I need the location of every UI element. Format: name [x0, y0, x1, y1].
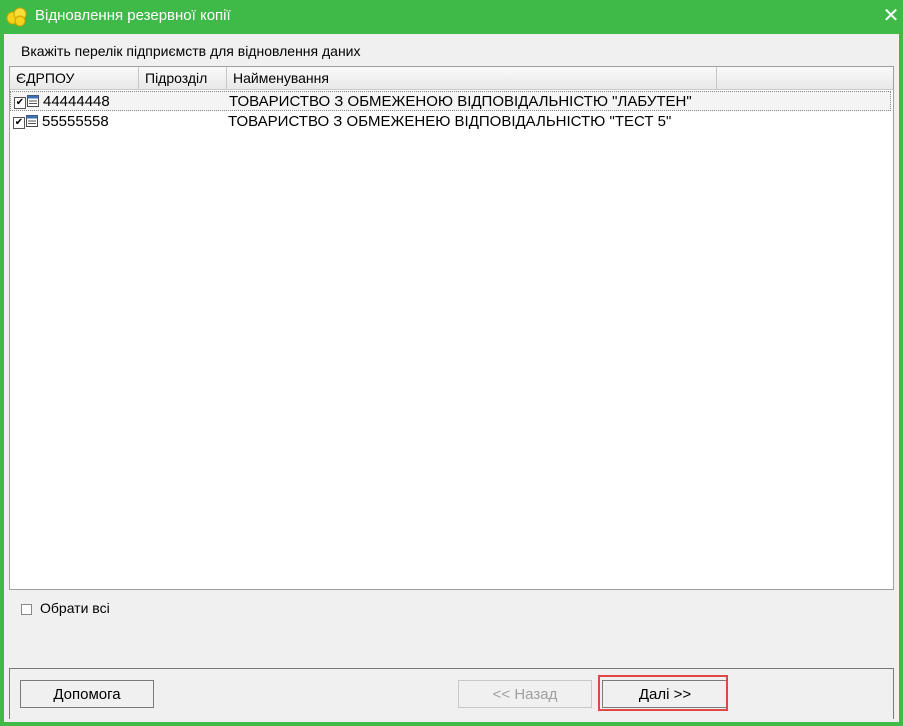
title-bar: Відновлення резервної копії ✕: [0, 0, 903, 34]
button-panel: Допомога << Назад Далі >>: [9, 668, 894, 719]
next-button-highlight: [598, 675, 728, 711]
company-icon: [27, 95, 39, 107]
list-header: ЄДРПОУ Підрозділ Найменування: [10, 67, 893, 90]
row-checkbox[interactable]: ✔: [13, 117, 25, 129]
select-all-box[interactable]: [21, 603, 32, 615]
table-row[interactable]: ✔ 55555558 ТОВАРИСТВО З ОБМЕЖЕНЕЮ ВІДПОВ…: [10, 112, 891, 132]
help-button[interactable]: Допомога: [20, 680, 154, 708]
select-all-checkbox[interactable]: Обрати всі: [21, 600, 110, 616]
instruction-text: Вкажіть перелік підприємств для відновле…: [21, 43, 361, 59]
select-all-label: Обрати всі: [40, 600, 110, 616]
dialog-window: Відновлення резервної копії ✕ Вкажіть пе…: [0, 0, 903, 726]
column-header-division[interactable]: Підрозділ: [139, 67, 227, 89]
row-edrpou: 55555558: [42, 113, 109, 130]
app-flower-icon: [6, 7, 27, 27]
row-checkbox[interactable]: ✔: [14, 97, 26, 109]
row-name: ТОВАРИСТВО З ОБМЕЖЕНОЮ ВІДПОВІДАЛЬНІСТЮ …: [229, 93, 692, 110]
company-list[interactable]: ЄДРПОУ Підрозділ Найменування ✔ 44444448…: [9, 66, 894, 590]
window-title: Відновлення резервної копії: [35, 7, 231, 24]
column-header-name[interactable]: Найменування: [227, 67, 717, 89]
row-edrpou: 44444448: [43, 93, 110, 110]
close-icon[interactable]: ✕: [880, 4, 902, 28]
dialog-content: Вкажіть перелік підприємств для відновле…: [4, 34, 899, 722]
company-icon: [26, 115, 38, 127]
row-name: ТОВАРИСТВО З ОБМЕЖЕНЕЮ ВІДПОВІДАЛЬНІСТЮ …: [228, 113, 672, 130]
column-header-edrpou[interactable]: ЄДРПОУ: [10, 67, 139, 89]
table-row[interactable]: ✔ 44444448 ТОВАРИСТВО З ОБМЕЖЕНОЮ ВІДПОВ…: [10, 91, 891, 111]
column-header-filler: [717, 67, 893, 89]
back-button[interactable]: << Назад: [458, 680, 592, 708]
